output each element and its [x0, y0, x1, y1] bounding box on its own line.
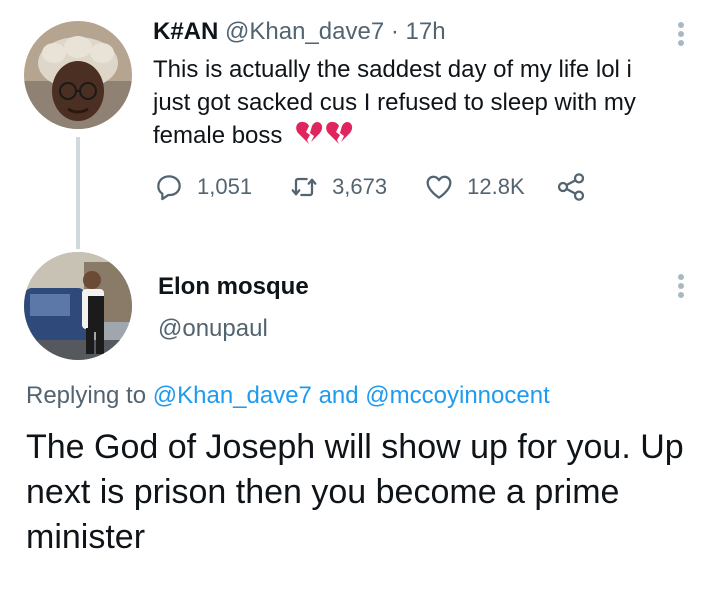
reply-author-handle[interactable]: @onupaul [158, 314, 268, 344]
avatar-elon-mosque[interactable] [24, 252, 132, 360]
share-icon [557, 173, 584, 201]
tweet-more-options-icon[interactable] [676, 22, 686, 49]
replying-to-and: and [318, 382, 359, 409]
replying-to-user-khan[interactable]: @Khan_dave7 [153, 382, 312, 409]
avatar-khan-image [24, 21, 132, 129]
heart-icon [426, 175, 452, 199]
broken-heart-icon [296, 121, 323, 144]
reply-text: The God of Joseph will show up for you. … [26, 428, 684, 556]
avatar-elon-mosque-image [24, 252, 132, 360]
tweet-text-block: This is actually the saddest day of my l… [153, 53, 673, 155]
replying-to-line: Replying to @Khan_dave7 and @mccoyinnoce… [26, 381, 550, 411]
tweet-text: This is actually the saddest day of my l… [153, 56, 636, 149]
reply-more-options-icon[interactable] [676, 274, 686, 301]
tweet-action-bar: 1,051 3,673 12.8K [153, 170, 587, 204]
tweet-header: K#AN @Khan_dave7 · 17h [153, 17, 446, 47]
like-button[interactable]: 12.8K [423, 171, 525, 203]
replying-to-label: Replying to [26, 382, 147, 409]
tweet-author-name[interactable]: K#AN [153, 18, 218, 45]
tweet-timestamp[interactable]: · 17h [391, 18, 446, 45]
broken-heart-emoji [295, 120, 355, 155]
tweet-thread-view: K#AN @Khan_dave7 · 17h This is actually … [0, 0, 720, 602]
like-count: 12.8K [467, 174, 525, 199]
retweet-icon [291, 177, 317, 197]
reply-count: 1,051 [197, 174, 253, 199]
reply-button[interactable]: 1,051 [153, 171, 252, 203]
share-button[interactable] [555, 171, 587, 203]
retweet-button[interactable]: 3,673 [288, 171, 387, 203]
tweet-author-handle[interactable]: @Khan_dave7 [225, 18, 384, 45]
reply-icon [157, 175, 181, 201]
replying-to-user-mccoy[interactable]: @mccoyinnocent [365, 382, 549, 409]
retweet-count: 3,673 [332, 174, 388, 199]
avatar-khan[interactable] [24, 21, 132, 129]
broken-heart-icon [326, 121, 353, 144]
thread-connector-line [76, 137, 80, 249]
reply-author-name[interactable]: Elon mosque [158, 272, 309, 302]
